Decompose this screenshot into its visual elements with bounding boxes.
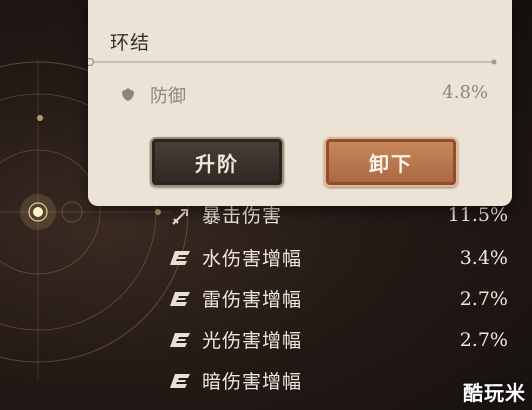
element-boost-icon <box>168 290 192 308</box>
stat-name: 水伤害增幅 <box>202 248 303 270</box>
item-detail-popup: 环结 防御 4.8% 升阶 卸下 <box>88 0 512 206</box>
stat-value: 11.5% <box>447 203 508 226</box>
title-divider <box>88 58 497 66</box>
stat-value: 2.7% <box>459 287 508 310</box>
attribute-value: 4.8% <box>442 82 488 103</box>
defense-shield-icon <box>120 86 136 106</box>
stat-name: 光伤害增幅 <box>202 330 303 352</box>
item-title: 环结 <box>110 32 151 54</box>
element-boost-icon <box>168 249 192 267</box>
unequip-button[interactable]: 卸下 <box>324 137 458 187</box>
element-boost-icon <box>168 331 192 349</box>
watermark-logo: 酷玩米 <box>463 381 526 405</box>
crit-sword-icon <box>168 208 192 226</box>
upgrade-button[interactable]: 升阶 <box>150 137 284 187</box>
attribute-name: 防御 <box>150 86 186 107</box>
attribute-list: 暴击伤害 11.5% 水伤害增幅 3.4% 雷伤害增幅 2.7% 光伤害增幅 2… <box>168 196 508 401</box>
stat-row-electro-boost: 雷伤害增幅 2.7% <box>168 278 508 319</box>
stat-row-light-boost: 光伤害增幅 2.7% <box>168 319 508 360</box>
stat-row-hydro-boost: 水伤害增幅 3.4% <box>168 237 508 278</box>
stat-value: 3.4% <box>459 246 508 269</box>
stat-value: 2.7% <box>459 328 508 351</box>
stat-row-dark-boost: 暗伤害增幅 <box>168 360 508 401</box>
element-boost-icon <box>168 372 192 390</box>
stat-name: 雷伤害增幅 <box>202 289 303 311</box>
